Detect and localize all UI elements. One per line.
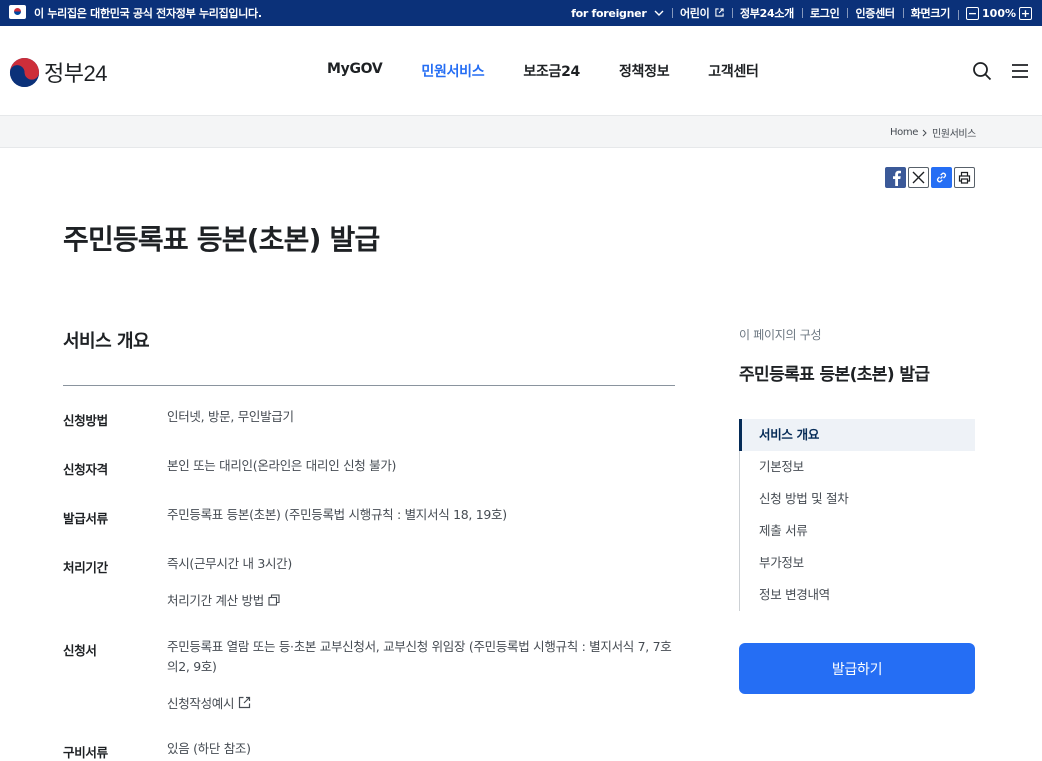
breadcrumb: Home 민원서비스	[890, 125, 976, 140]
toc-item-overview[interactable]: 서비스 개요	[739, 419, 975, 451]
chevron-down-icon	[654, 10, 664, 16]
menu-icon[interactable]	[1010, 61, 1030, 81]
gov-notice-text: 이 누리집은 대한민국 공식 전자정부 누리집입니다.	[34, 7, 262, 20]
section-divider	[63, 385, 675, 386]
main-nav: MyGOV 민원서비스 보조금24 정책정보 고객센터	[327, 61, 798, 81]
toc-item-change-history[interactable]: 정보 변경내역	[740, 579, 975, 611]
row-value: 주민등록표 등본(초본) (주민등록법 시행규칙 : 별지서식 18, 19호)	[167, 507, 507, 522]
processing-time-calc-link[interactable]: 처리기간 계산 방법	[167, 590, 280, 609]
row-value: 인터넷, 방문, 무인발급기	[167, 409, 294, 424]
share-toolbar	[885, 167, 975, 188]
header-actions	[972, 61, 1030, 81]
row-value: 주민등록표 열람 또는 등·초본 교부신청서, 교부신청 위임장 (주민등록법 …	[167, 639, 672, 674]
taegeuk-logo-icon	[9, 57, 40, 87]
aside-caption: 이 페이지의 구성	[739, 328, 822, 342]
nav-customer-center[interactable]: 고객센터	[708, 61, 759, 81]
popup-icon	[268, 593, 280, 606]
site-logo[interactable]: 정부24	[9, 56, 107, 88]
row-value: 즉시(근무시간 내 3시간)	[167, 556, 292, 571]
section-title-overview: 서비스 개요	[63, 331, 150, 352]
breadcrumb-current[interactable]: 민원서비스	[932, 125, 976, 140]
zoom-control: − 100% +	[958, 6, 1032, 20]
x-share-button[interactable]	[908, 167, 929, 188]
facebook-share-button[interactable]	[885, 167, 906, 188]
utility-nav: for foreigner 어린이 정부24소개 로그인 인증센터 화면크기 −…	[563, 0, 1032, 26]
korea-flag-icon	[9, 5, 26, 19]
application-example-link[interactable]: 신청작성예시	[167, 693, 251, 712]
aside-title: 주민등록표 등본(초본) 발급	[739, 365, 930, 385]
nav-policy-info[interactable]: 정책정보	[619, 61, 670, 81]
zoom-in-button[interactable]: +	[1019, 6, 1032, 20]
nav-mygov[interactable]: MyGOV	[327, 61, 383, 81]
login-link[interactable]: 로그인	[801, 5, 847, 21]
external-link-icon	[715, 8, 724, 17]
foreigner-menu[interactable]: for foreigner	[563, 7, 672, 20]
breadcrumb-home[interactable]: Home	[890, 127, 918, 138]
kids-label: 어린이	[679, 7, 710, 20]
site-header: 정부24 MyGOV 민원서비스 보조금24 정책정보 고객센터	[0, 26, 1042, 115]
breadcrumb-bar: Home 민원서비스	[0, 115, 1042, 148]
print-button[interactable]	[954, 167, 975, 188]
zoom-level: 100%	[982, 6, 1016, 20]
page-title: 주민등록표 등본(초본) 발급	[63, 223, 380, 256]
processing-time-calc-label: 처리기간 계산 방법	[167, 593, 264, 608]
row-label: 구비서류	[63, 745, 108, 760]
facebook-icon	[892, 170, 901, 186]
print-icon	[958, 171, 971, 184]
external-link-icon	[239, 696, 251, 709]
toc-item-documents[interactable]: 제출 서류	[740, 515, 975, 547]
chevron-right-icon	[922, 129, 927, 136]
row-label: 신청방법	[63, 413, 108, 428]
application-example-label: 신청작성예시	[167, 696, 235, 711]
row-value: 있음 (하단 참조)	[167, 741, 251, 756]
page-toc: 서비스 개요 기본정보 신청 방법 및 절차 제출 서류 부가정보 정보 변경내…	[739, 419, 975, 611]
toc-item-procedure[interactable]: 신청 방법 및 절차	[740, 483, 975, 515]
foreigner-label: for foreigner	[571, 6, 647, 20]
row-label: 발급서류	[63, 511, 108, 526]
row-value: 본인 또는 대리인(온라인은 대리인 신청 불가)	[167, 458, 397, 473]
cert-center-link[interactable]: 인증센터	[847, 5, 902, 21]
issue-button[interactable]: 발급하기	[739, 643, 975, 694]
nav-subsidy24[interactable]: 보조금24	[523, 61, 580, 81]
row-label: 처리기간	[63, 560, 108, 575]
toc-item-basic-info[interactable]: 기본정보	[740, 451, 975, 483]
link-icon	[936, 172, 947, 183]
about-link[interactable]: 정부24소개	[731, 5, 802, 21]
row-label: 신청자격	[63, 462, 108, 477]
row-label: 신청서	[63, 643, 97, 658]
kids-link[interactable]: 어린이	[671, 5, 732, 21]
copy-link-button[interactable]	[931, 167, 952, 188]
screen-size-label: 화면크기	[902, 5, 958, 21]
gov-banner: 이 누리집은 대한민국 공식 전자정부 누리집입니다. for foreigne…	[0, 0, 1042, 26]
x-logo-icon	[912, 171, 925, 184]
logo-text: 정부24	[44, 61, 107, 86]
search-icon[interactable]	[972, 61, 992, 81]
nav-civil-services[interactable]: 민원서비스	[421, 61, 484, 81]
zoom-out-button[interactable]: −	[966, 6, 980, 20]
toc-item-additional-info[interactable]: 부가정보	[740, 547, 975, 579]
